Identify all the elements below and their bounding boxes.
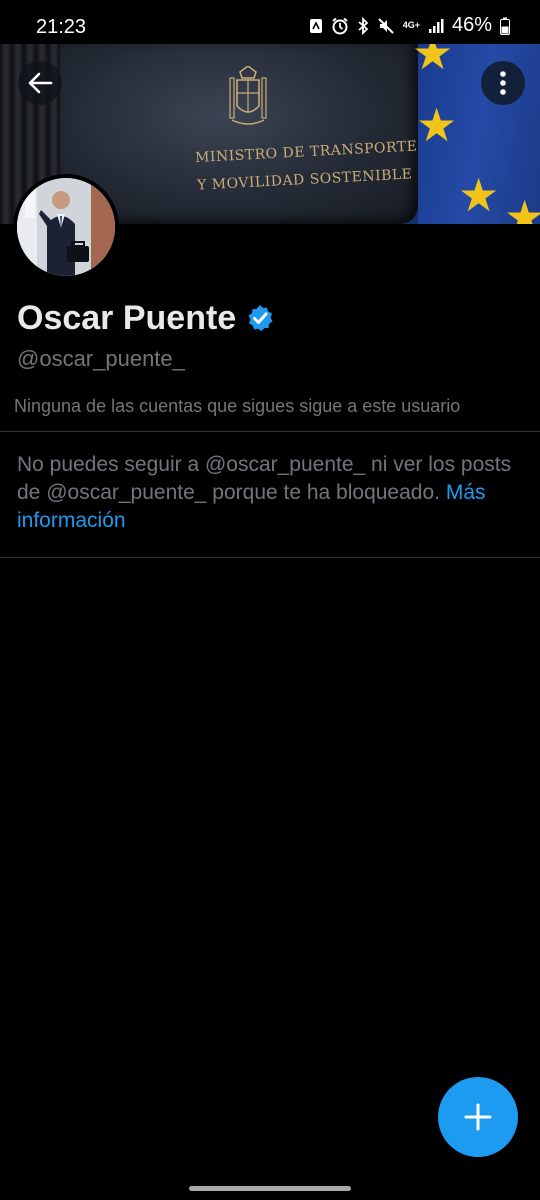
divider [0,431,540,432]
compose-button[interactable] [438,1077,518,1157]
mute-icon [377,17,395,35]
status-bar: 21:23 4G+ 46% [0,0,540,44]
battery-percent: 46% [451,14,492,36]
star-icon: ★ [504,191,540,224]
battery-icon [500,17,510,35]
display-name: Oscar Puente [17,299,237,337]
user-handle: @oscar_puente_ [17,346,185,371]
coat-of-arms-icon [229,66,267,125]
star-icon: ★ [458,169,500,221]
more-vertical-icon [500,71,506,95]
verified-badge-icon [248,305,273,331]
star-icon: ★ [412,44,454,79]
arrow-left-icon [28,72,53,94]
avatar[interactable] [13,174,119,280]
more-options-button[interactable] [481,61,525,105]
alarm-icon [331,17,349,35]
network-type: 4G+ [402,20,420,30]
home-indicator[interactable] [189,1186,351,1191]
status-time: 21:23 [36,16,87,38]
avatar-photo [17,178,115,276]
followers-you-know: Ninguna de las cuentas que sigues sigue … [14,396,461,416]
blocked-message-text: No puedes seguir a @oscar_puente_ ni ver… [17,453,512,504]
divider [0,557,540,558]
plus-icon [464,1103,492,1131]
person-photo-icon [17,178,115,276]
signal-icon [428,18,444,34]
nfc-icon [309,17,323,35]
back-button[interactable] [18,61,62,105]
blocked-notice: No puedes seguir a @oscar_puente_ ni ver… [17,451,527,535]
star-icon: ★ [416,99,458,151]
status-icons: 4G+ 46% [309,14,510,37]
display-name-row: Oscar Puente [17,298,274,338]
bluetooth-icon [357,16,369,35]
